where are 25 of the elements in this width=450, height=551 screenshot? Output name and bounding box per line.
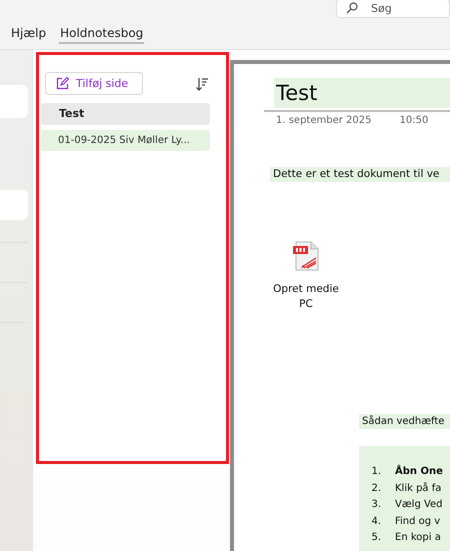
note-date: 1. september 2025: [276, 115, 372, 126]
list-number: 1.: [370, 465, 381, 479]
edit-icon: [56, 77, 69, 90]
list-item-text: Åbn One: [395, 464, 443, 479]
paragraph: Sådan vedhæfte: [359, 414, 450, 429]
list-number: 4.: [370, 514, 381, 528]
attachment-label[interactable]: Opret medie PC: [271, 282, 341, 312]
menu-tab[interactable]: Holdnotesbog: [59, 24, 144, 44]
list-number: 2.: [370, 482, 381, 496]
list-number: 5.: [370, 531, 381, 545]
note-title[interactable]: Test: [274, 78, 450, 108]
paragraph: Dette er et test dokument til ve: [270, 167, 450, 182]
add-page-button[interactable]: Tilføj side: [45, 72, 144, 95]
list-item-text: Vælg Ved: [395, 498, 443, 512]
page-item[interactable]: 01-09-2025 Siv Møller Ly...: [41, 130, 210, 151]
list-item-text: Find og v: [395, 514, 440, 528]
search-field[interactable]: Søg: [336, 0, 450, 18]
note-time: 10:50: [399, 115, 428, 126]
sort-icon[interactable]: [195, 76, 209, 90]
section-header[interactable]: Test: [41, 103, 210, 125]
list-item-text: En kopi a: [395, 531, 441, 545]
menu-tab[interactable]: Hjælp: [10, 24, 48, 44]
list-item-text: Klik på fa: [395, 481, 442, 496]
list-number: 3.: [370, 498, 381, 512]
pdf-file-icon[interactable]: [292, 241, 320, 271]
